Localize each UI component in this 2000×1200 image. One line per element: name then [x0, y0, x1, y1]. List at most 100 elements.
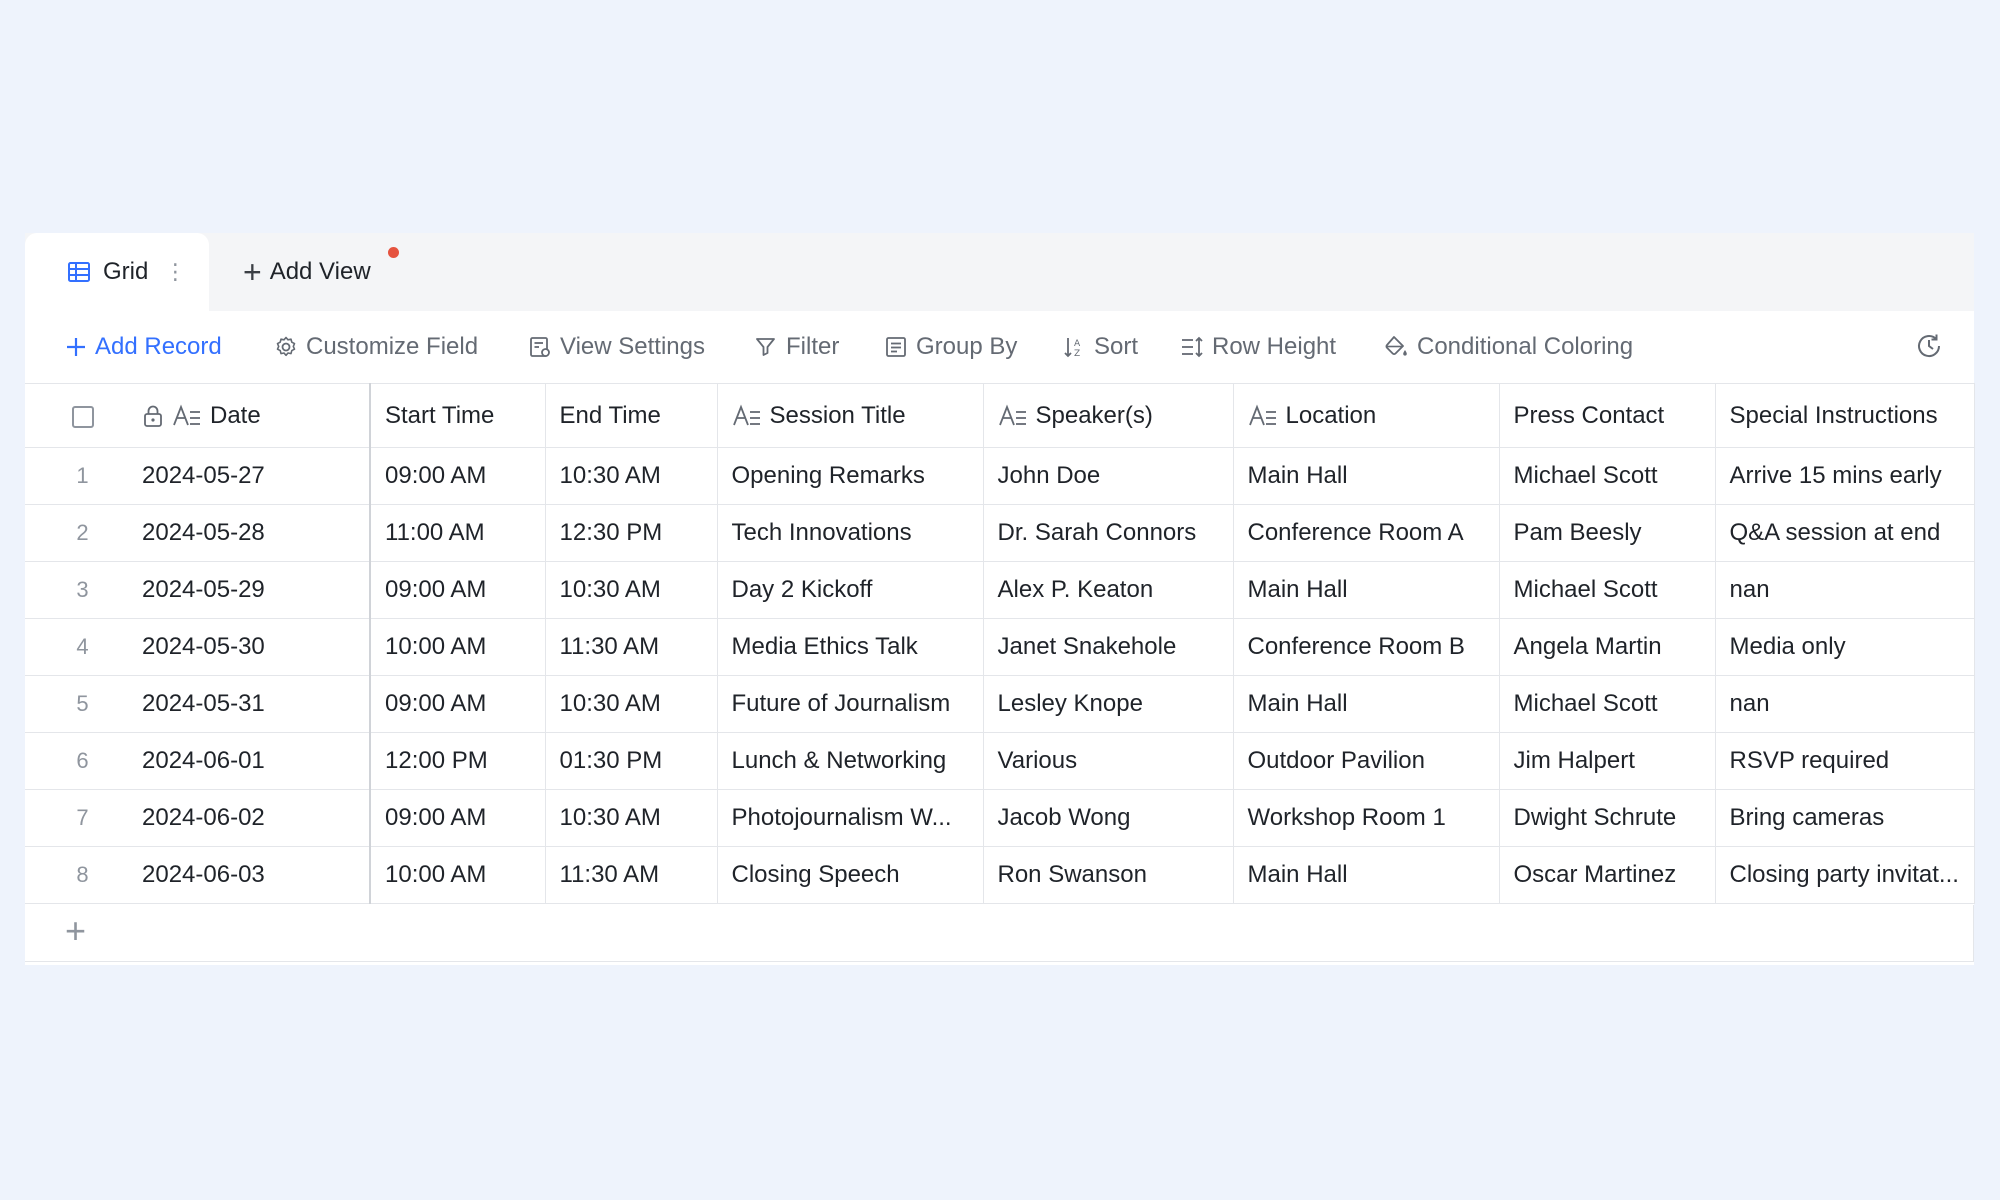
text-field-icon [1248, 404, 1276, 425]
customize-field-button[interactable]: Customize Field [274, 311, 478, 383]
table-row[interactable]: 5 2024-05-31 09:00 AM 10:30 AM Future of Jou… [25, 675, 1975, 733]
table-cell[interactable]: Main Hall [1233, 561, 1500, 619]
more-options-icon[interactable]: ⋮ [164, 261, 186, 283]
sort-button[interactable]: A Z Sort [1062, 311, 1138, 383]
table-cell[interactable]: Lunch & Networking [717, 732, 984, 790]
column-header-date[interactable]: Date [140, 383, 371, 448]
filter-icon [756, 338, 775, 356]
table-cell[interactable]: Photojournalism W... [717, 789, 984, 847]
table-cell[interactable]: 2024-05-31 [140, 675, 371, 733]
history-button[interactable] [1914, 331, 1944, 366]
column-header-special-instructions[interactable]: Special Instructions [1715, 383, 1975, 448]
table-cell[interactable]: 10:30 AM [545, 675, 718, 733]
column-header-label: Speaker(s) [1035, 401, 1153, 429]
table-cell[interactable]: Tech Innovations [717, 504, 984, 562]
table-cell[interactable]: Closing Speech [717, 846, 984, 904]
table-cell[interactable]: Michael Scott [1499, 447, 1716, 505]
select-all-checkbox[interactable] [71, 405, 94, 428]
column-header-start-time[interactable]: Start Time [370, 383, 546, 448]
table-cell[interactable]: 2024-05-27 [140, 447, 371, 505]
column-header-location[interactable]: Location [1233, 383, 1500, 448]
table-cell[interactable]: 2024-05-29 [140, 561, 371, 619]
view-settings-button[interactable]: View Settings [528, 311, 705, 383]
table-cell[interactable]: 10:30 AM [545, 561, 718, 619]
table-cell[interactable]: 10:00 AM [370, 618, 546, 676]
table-cell[interactable]: John Doe [983, 447, 1234, 505]
column-header-end-time[interactable]: End Time [545, 383, 718, 448]
table-cell[interactable]: Various [983, 732, 1234, 790]
table-cell[interactable]: Pam Beesly [1499, 504, 1716, 562]
table-cell[interactable]: Michael Scott [1499, 675, 1716, 733]
table-cell[interactable]: Ron Swanson [983, 846, 1234, 904]
table-cell[interactable]: Future of Journalism [717, 675, 984, 733]
table-cell[interactable]: 12:00 PM [370, 732, 546, 790]
table-cell[interactable]: 01:30 PM [545, 732, 718, 790]
row-height-button[interactable]: Row Height [1180, 311, 1336, 383]
filter-button[interactable]: Filter [754, 311, 839, 383]
table-cell[interactable]: Conference Room B [1233, 618, 1500, 676]
table-row[interactable]: 2 2024-05-28 11:00 AM 12:30 PM Tech Innovati… [25, 504, 1975, 562]
table-cell[interactable]: Outdoor Pavilion [1233, 732, 1500, 790]
table-cell[interactable]: Lesley Knope [983, 675, 1234, 733]
table-cell[interactable]: Alex P. Keaton [983, 561, 1234, 619]
table-row[interactable]: 7 2024-06-02 09:00 AM 10:30 AM Photojournali… [25, 789, 1975, 847]
table-row[interactable]: 4 2024-05-30 10:00 AM 11:30 AM Media Ethics … [25, 618, 1975, 676]
table-cell[interactable]: Day 2 Kickoff [717, 561, 984, 619]
table-cell[interactable]: Opening Remarks [717, 447, 984, 505]
table-cell[interactable]: Main Hall [1233, 846, 1500, 904]
grid-table-icon [68, 262, 90, 282]
tab-grid[interactable]: Grid ⋮ [25, 233, 209, 311]
table-cell[interactable]: Janet Snakehole [983, 618, 1234, 676]
table-cell[interactable]: nan [1715, 675, 1975, 733]
table-cell[interactable]: Dwight Schrute [1499, 789, 1716, 847]
column-header-press-contact[interactable]: Press Contact [1499, 383, 1716, 448]
table-row[interactable]: 6 2024-06-01 12:00 PM 01:30 PM Lunch & Netwo… [25, 732, 1975, 790]
table-cell[interactable]: 11:00 AM [370, 504, 546, 562]
table-cell[interactable]: Q&A session at end [1715, 504, 1975, 562]
select-all-cell[interactable] [25, 383, 140, 448]
table-cell[interactable]: 10:00 AM [370, 846, 546, 904]
table-cell[interactable]: Oscar Martinez [1499, 846, 1716, 904]
table-cell[interactable]: 11:30 AM [545, 846, 718, 904]
table-cell[interactable]: 2024-05-28 [140, 504, 371, 562]
table-cell[interactable]: 2024-06-02 [140, 789, 371, 847]
table-cell[interactable]: 10:30 AM [545, 789, 718, 847]
table-cell[interactable]: 2024-06-03 [140, 846, 371, 904]
table-cell[interactable]: RSVP required [1715, 732, 1975, 790]
table-cell[interactable]: Bring cameras [1715, 789, 1975, 847]
table-cell[interactable]: 10:30 AM [545, 447, 718, 505]
table-cell[interactable]: Closing party invitat... [1715, 846, 1975, 904]
table-cell[interactable]: 2024-05-30 [140, 618, 371, 676]
conditional-coloring-button[interactable]: Conditional Coloring [1383, 311, 1633, 383]
column-header-session-title[interactable]: Session Title [717, 383, 984, 448]
table-cell[interactable]: Media Ethics Talk [717, 618, 984, 676]
table-cell[interactable]: 12:30 PM [545, 504, 718, 562]
row-number: 6 [25, 732, 140, 790]
table-cell[interactable]: Dr. Sarah Connors [983, 504, 1234, 562]
table-cell[interactable]: 09:00 AM [370, 789, 546, 847]
table-cell[interactable]: 11:30 AM [545, 618, 718, 676]
table-cell[interactable]: Main Hall [1233, 675, 1500, 733]
column-header-speakers[interactable]: Speaker(s) [983, 383, 1234, 448]
table-cell[interactable]: Media only [1715, 618, 1975, 676]
table-cell[interactable]: 09:00 AM [370, 447, 546, 505]
add-view-button[interactable]: + Add View [243, 233, 371, 311]
add-row-button[interactable]: + [25, 905, 1974, 962]
table-row[interactable]: 3 2024-05-29 09:00 AM 10:30 AM Day 2 Kickoff… [25, 561, 1975, 619]
table-cell[interactable]: nan [1715, 561, 1975, 619]
table-cell[interactable]: Main Hall [1233, 447, 1500, 505]
table-cell[interactable]: Jacob Wong [983, 789, 1234, 847]
table-cell[interactable]: Workshop Room 1 [1233, 789, 1500, 847]
table-cell[interactable]: 09:00 AM [370, 561, 546, 619]
table-cell[interactable]: Michael Scott [1499, 561, 1716, 619]
table-cell[interactable]: Jim Halpert [1499, 732, 1716, 790]
add-record-button[interactable]: Add Record [65, 311, 222, 383]
table-cell[interactable]: Angela Martin [1499, 618, 1716, 676]
table-cell[interactable]: Conference Room A [1233, 504, 1500, 562]
table-row[interactable]: 1 2024-05-27 09:00 AM 10:30 AM Opening Remar… [25, 447, 1975, 505]
table-row[interactable]: 8 2024-06-03 10:00 AM 11:30 AM Closing Speec… [25, 846, 1975, 904]
table-cell[interactable]: Arrive 15 mins early [1715, 447, 1975, 505]
group-by-button[interactable]: Group By [884, 311, 1017, 383]
table-cell[interactable]: 09:00 AM [370, 675, 546, 733]
table-cell[interactable]: 2024-06-01 [140, 732, 371, 790]
